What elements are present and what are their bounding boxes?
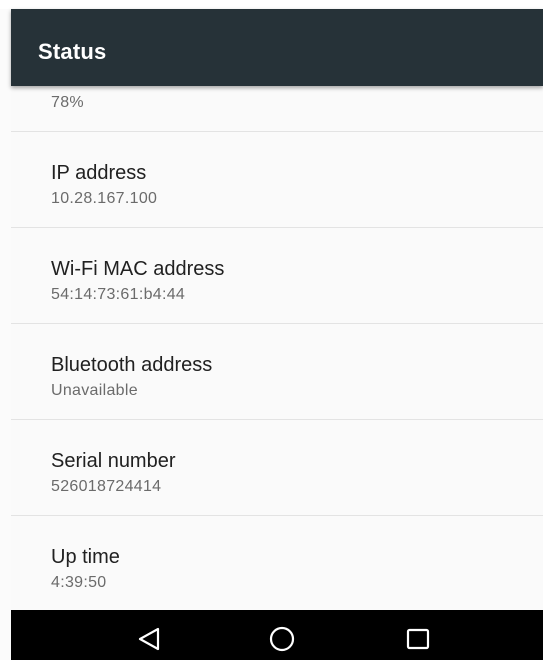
home-circle-icon <box>269 626 295 652</box>
list-item-value: 78% <box>51 94 84 111</box>
list-item-serial-number[interactable]: Serial number 526018724414 <box>11 420 543 516</box>
list-item-title: IP address <box>51 162 147 184</box>
status-list[interactable]: 78% IP address 10.28.167.100 Wi-Fi MAC a… <box>11 86 543 610</box>
back-triangle-icon <box>138 627 160 651</box>
recents-square-icon <box>406 628 430 650</box>
home-button[interactable] <box>266 623 298 655</box>
page-title: Status <box>38 39 107 64</box>
list-item-title: Wi-Fi MAC address <box>51 258 225 280</box>
recents-button[interactable] <box>402 623 434 655</box>
list-item-up-time[interactable]: Up time 4:39:50 <box>11 516 543 610</box>
list-item-value: 10.28.167.100 <box>51 190 158 207</box>
app-bar: Status <box>11 9 543 86</box>
list-item-bluetooth-address[interactable]: Bluetooth address Unavailable <box>11 324 543 420</box>
bottom-edge <box>0 660 543 667</box>
list-item-title: Bluetooth address <box>51 354 213 376</box>
list-item-value: 54:14:73:61:b4:44 <box>51 286 186 303</box>
list-item-value: Unavailable <box>51 382 138 399</box>
list-item-battery-level[interactable]: 78% <box>11 86 543 132</box>
list-item-value: 4:39:50 <box>51 574 107 591</box>
status-bar <box>0 0 543 9</box>
navigation-bar <box>11 610 543 667</box>
list-item-title: Up time <box>51 546 120 568</box>
list-item-wifi-mac-address[interactable]: Wi-Fi MAC address 54:14:73:61:b4:44 <box>11 228 543 324</box>
list-item-title: Serial number <box>51 450 176 472</box>
back-button[interactable] <box>133 623 165 655</box>
list-item-ip-address[interactable]: IP address 10.28.167.100 <box>11 132 543 228</box>
list-item-value: 526018724414 <box>51 478 162 495</box>
screen: Status 78% IP address 10.28.167.100 Wi-F… <box>0 0 543 667</box>
